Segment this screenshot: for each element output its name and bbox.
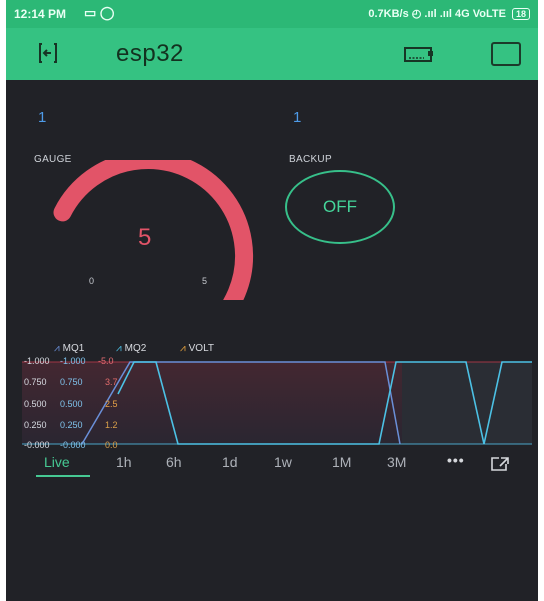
message-icon: ▭ — [84, 5, 97, 20]
period-3m[interactable]: 3M — [387, 454, 406, 470]
legend-mq2: ⩘ MQ2 — [116, 343, 146, 354]
battery-level: 18 — [515, 9, 526, 19]
whatsapp-icon: ◯ — [99, 5, 115, 20]
y-axis-3-tick: 3.7 — [105, 377, 118, 387]
fullscreen-icon[interactable] — [490, 456, 510, 472]
y-axis-3-tick: 0.0 — [105, 440, 118, 450]
status-bar: 12:14 PM ▭ ◯ 0.7KB/s ◴ .ııl .ııl 4G VoLT… — [6, 0, 538, 28]
superchart[interactable] — [22, 356, 532, 448]
y-axis-1-tick: 0.250 — [24, 420, 47, 430]
backup-toggle-button[interactable]: OFF — [285, 170, 395, 244]
y-axis-2-tick: 0.750 — [60, 377, 83, 387]
notification-icons: ▭ ◯ — [84, 5, 114, 21]
legend-label: VOLT — [188, 343, 215, 354]
period-1h[interactable]: 1h — [116, 454, 132, 470]
more-periods-button[interactable]: ••• — [447, 452, 465, 468]
y-axis-1-tick: -1.000 — [24, 356, 50, 366]
period-6h[interactable]: 6h — [166, 454, 182, 470]
status-right: 0.7KB/s ◴ .ııl .ııl 4G VoLTE 18 — [368, 7, 530, 20]
period-1m[interactable]: 1M — [332, 454, 351, 470]
y-axis-2-tick: 0.500 — [60, 399, 83, 409]
legend-mq1: ⩘ MQ1 — [54, 343, 84, 354]
status-time: 12:14 PM — [14, 7, 67, 21]
y-axis-1-tick: 0.750 — [24, 377, 47, 387]
exit-project-icon[interactable] — [36, 42, 60, 64]
y-axis-2-tick: 0.250 — [60, 420, 83, 430]
mq2-series-icon: ⩘ — [116, 343, 122, 354]
period-1d[interactable]: 1d — [222, 454, 238, 470]
app-screen: 12:14 PM ▭ ◯ 0.7KB/s ◴ .ııl .ııl 4G VoLT… — [6, 0, 538, 601]
gauge-min-label: 0 — [89, 276, 95, 286]
y-axis-2-tick: -0.000 — [60, 440, 86, 450]
y-axis-3-tick: 1.2 — [105, 420, 118, 430]
period-live[interactable]: Live — [44, 454, 70, 470]
legend-label: MQ2 — [124, 343, 147, 354]
legend-label: MQ1 — [62, 343, 85, 354]
y-axis-1-tick: 0.500 — [24, 399, 47, 409]
y-axis-1-tick: -0.000 — [24, 440, 50, 450]
gauge-max-label: 5 — [202, 276, 208, 286]
y-axis-3-tick: -5.0 — [98, 356, 114, 366]
mq1-series-icon: ⩘ — [54, 343, 60, 354]
project-title: esp32 — [116, 40, 184, 67]
gauge-value: 5 — [138, 224, 152, 251]
volt-series-icon: ⩘ — [180, 343, 186, 354]
active-period-indicator — [36, 475, 90, 477]
battery-icon: 18 — [511, 8, 530, 20]
legend-volt: ⩘ VOLT — [180, 343, 214, 354]
backup-label: BACKUP — [289, 154, 332, 165]
app-bar: esp32 — [6, 28, 538, 80]
y-axis-2-tick: -1.000 — [60, 356, 86, 366]
device-icon[interactable] — [404, 44, 434, 64]
period-1w[interactable]: 1w — [274, 454, 292, 470]
y-axis-3-tick: 2.5 — [105, 399, 118, 409]
play-mode-icon[interactable] — [491, 42, 521, 66]
backup-top-value: 1 — [293, 109, 302, 126]
gauge-top-value: 1 — [38, 109, 47, 126]
status-indicators: 0.7KB/s ◴ .ııl .ııl 4G VoLTE — [368, 8, 506, 20]
